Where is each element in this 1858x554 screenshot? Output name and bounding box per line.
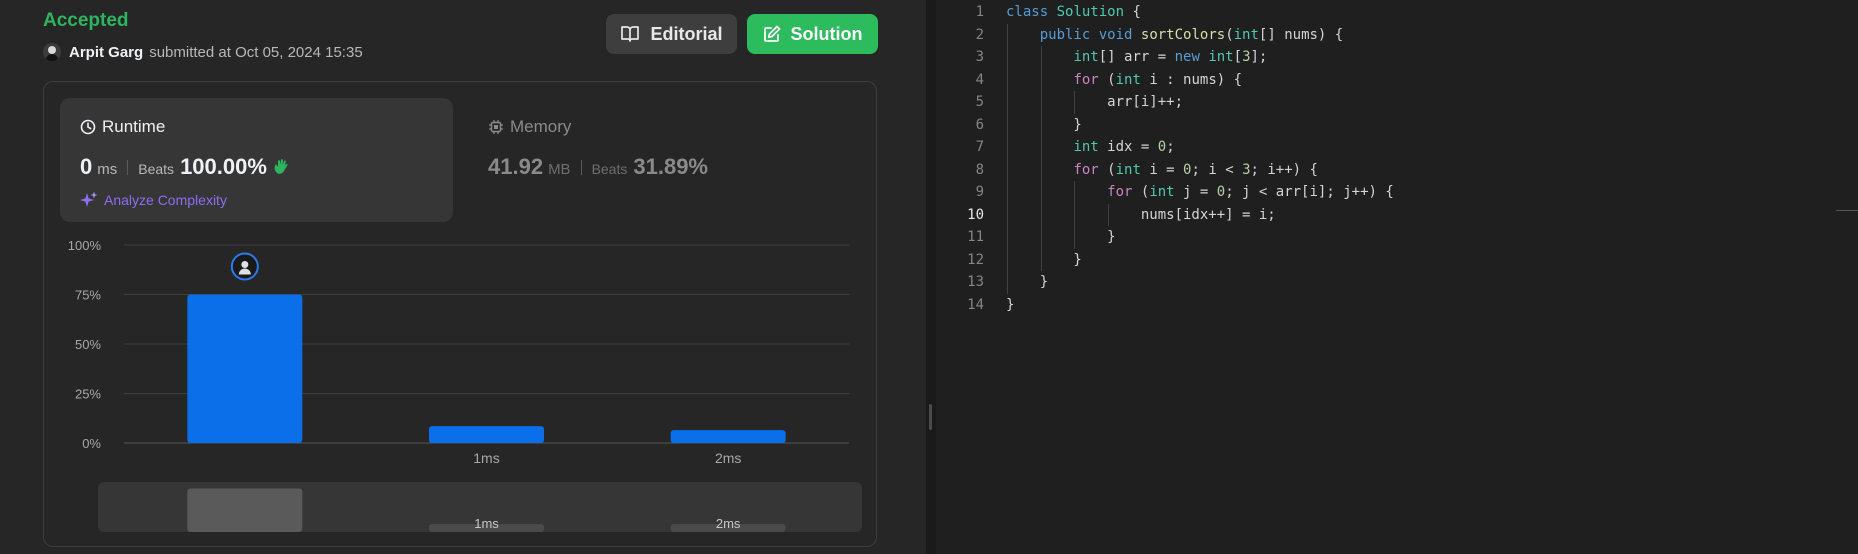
indent-guide [1007,68,1008,91]
code-text: int idx = 0; [1073,139,1175,155]
performance-panel: Runtime 0 ms Beats 100.00% Analyze Compl… [43,81,877,547]
indent-guide [1074,203,1076,226]
code-text: } [1006,251,1082,268]
code-text: } [1006,274,1049,290]
drag-handle[interactable] [929,404,932,430]
indent-guide [1040,68,1042,91]
y-tick-label: 0% [82,436,101,451]
code-line[interactable]: 7 int idx = 0; [936,136,1858,158]
scrollbar-marker [1836,210,1858,211]
indent-guide [1007,271,1008,294]
code-text: for (int i = 0; i < 3; i++) { [1073,161,1318,178]
code-text: public void sortColors(int[] nums) { [1039,26,1344,43]
code-line[interactable]: 3 int[] arr = new int[3]; [936,46,1858,68]
code-line[interactable]: 2 public void sortColors(int[] nums) { [936,24,1858,46]
solution-label: Solution [790,23,863,44]
y-tick-label: 50% [75,337,101,352]
y-tick-label: 25% [75,387,101,402]
line-number: 9 [975,184,984,200]
code-editor[interactable]: 1 class Solution { 2 public void sortColor… [936,0,1858,554]
code-line[interactable]: 6 } [936,114,1858,136]
line-number: 1 [975,4,984,20]
indent-guide [1040,136,1042,159]
code-text: nums[idx++] = i; [1006,206,1276,223]
indent-guide [1007,113,1008,136]
indent-guide [1007,181,1008,204]
chart-bar[interactable] [429,426,544,443]
editorial-button[interactable]: Editorial [606,14,737,54]
line-number: 12 [967,251,984,268]
code-line[interactable]: 12 } [936,249,1858,271]
indent-guide [1007,226,1008,249]
submitted-time: submitted at Oct 05, 2024 15:35 [149,43,363,61]
line-number: 8 [975,161,984,178]
editorial-label: Editorial [650,23,723,44]
code-text: } [1006,116,1082,133]
indent-guide [1007,158,1008,181]
indent-guide [1007,136,1008,159]
indent-guide [1007,46,1008,69]
code-line[interactable]: 4 for (int i : nums) { [936,69,1858,91]
indent-guide [1074,91,1076,114]
runtime-distribution-chart: 100% 75% 50% 25% 0% 1ms 2ms 1ms 2ms [68,238,862,532]
submitter-line: Arpit Garg submitted at Oct 05, 2024 15:… [43,42,363,62]
code-text: int[] arr = new int[3]; [1073,49,1268,65]
submitter-name[interactable]: Arpit Garg [69,44,143,61]
line-number: 11 [967,229,984,245]
indent-guide [1040,158,1042,181]
indent-guide [1040,181,1042,204]
indent-guide [1040,46,1042,69]
indent-guide [1040,248,1042,271]
code-line[interactable]: 1 class Solution { [936,1,1858,23]
y-tick-label: 100% [68,238,102,253]
code-line[interactable]: 8 for (int i = 0; i < 3; i++) { [936,159,1858,181]
x-tick-label: 2ms [715,450,741,466]
indent-guide [1074,181,1076,204]
indent-guide [1040,91,1042,114]
line-number: 4 [975,71,984,88]
minimap-label: 1ms [474,516,499,531]
solution-button[interactable]: Solution [747,14,878,54]
code-text: arr[i]++; [1006,94,1184,110]
indent-guide [1040,203,1042,226]
submission-pane: Accepted Arpit Garg submitted at Oct 05,… [0,0,926,554]
indent-guide [1007,203,1008,226]
line-number: 2 [975,26,984,43]
line-number: 13 [967,274,984,290]
status-title: Accepted [43,10,129,31]
indent-guide [1040,113,1042,136]
avatar[interactable] [43,43,61,61]
line-number: 10 [967,206,984,223]
line-number: 3 [975,49,984,65]
code-viewer[interactable]: 1 class Solution { 2 public void sortColor… [936,0,1858,554]
indent-guide [1074,226,1076,249]
minimap-label: 2ms [716,516,741,531]
indent-guide [1007,23,1008,46]
indent-guide [1007,248,1008,271]
code-text: class Solution { [1006,4,1141,20]
edit-icon [763,25,780,42]
line-number: 5 [975,94,984,110]
chart-bar[interactable] [670,430,786,443]
indent-guide [1007,91,1008,114]
x-tick-label: 1ms [473,450,499,466]
y-tick-label: 75% [75,288,101,303]
book-icon [621,26,640,42]
code-text: } [1006,229,1116,245]
code-line[interactable]: 13 } [936,271,1858,293]
code-text: for (int j = 0; j < arr[i]; j++) { [1107,184,1394,200]
line-number: 14 [967,296,984,313]
line-number: 7 [975,139,984,155]
avatar-head [241,261,249,268]
code-text: } [1006,296,1015,313]
indent-guide [1108,203,1110,226]
indent-guide [1040,226,1042,249]
line-number: 6 [975,116,984,133]
pane-splitter[interactable] [926,0,936,554]
code-line[interactable]: 14} [936,294,1858,316]
minimap-bar [187,488,303,532]
chart-bar[interactable] [187,294,303,444]
